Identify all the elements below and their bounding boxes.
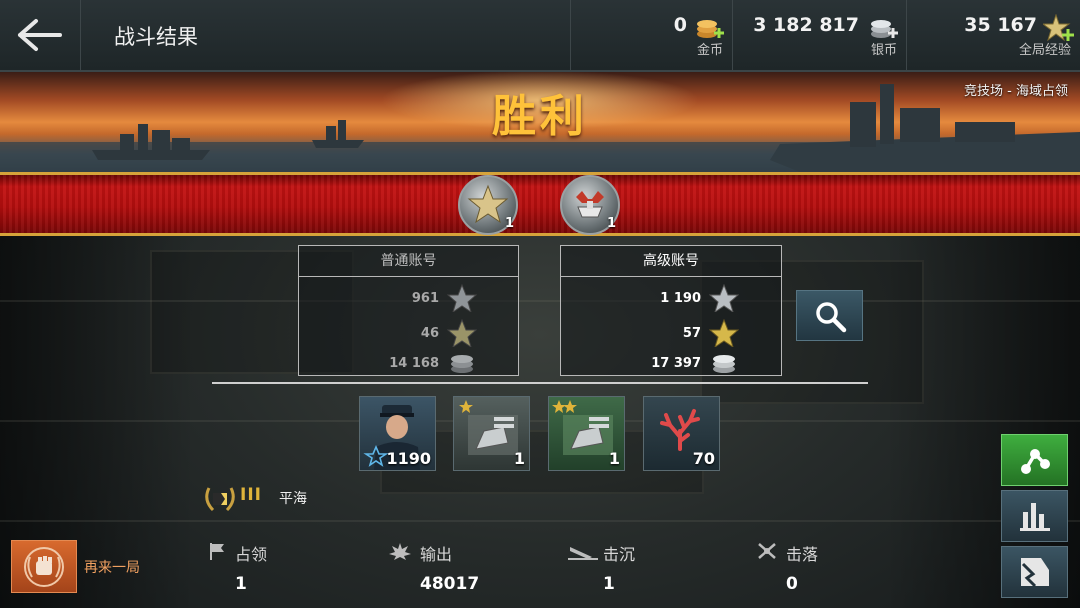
- reward-gun-module-1star-card[interactable]: 1: [453, 396, 530, 471]
- basic-silver-value: 14 168: [389, 356, 439, 371]
- fist-emblem-icon: [24, 546, 64, 587]
- basic-account-title: 普通账号: [299, 246, 518, 277]
- commander-xp-star-icon: [709, 319, 739, 347]
- premium-account-title: 高级账号: [561, 246, 781, 277]
- reward-gun-module-2star-card[interactable]: 1: [548, 396, 625, 471]
- play-again-label[interactable]: 再来一局: [84, 557, 140, 577]
- global-xp[interactable]: 35 167 全局经验: [906, 0, 1080, 70]
- page-title: 战斗结果: [114, 25, 198, 49]
- warship-medal-count: 1: [607, 216, 617, 231]
- global-xp-value: 35 167: [964, 14, 1037, 36]
- xp-star-icon: [709, 284, 739, 312]
- commander-xp-star-icon: [447, 319, 477, 347]
- reward-commander-card[interactable]: 1190: [359, 396, 436, 471]
- battle-mode-label: 竞技场 - 海域占领: [964, 84, 1068, 99]
- sinking-ship-icon: [568, 547, 598, 560]
- silver-coins-icon: [871, 20, 898, 38]
- flag-icon: [210, 543, 224, 560]
- star-medal-count: 1: [505, 216, 515, 231]
- section-divider: [212, 382, 868, 384]
- play-again-button[interactable]: [11, 540, 77, 593]
- gold-coins-icon: [697, 20, 724, 38]
- ship-damage-icon: [1020, 558, 1049, 588]
- stat-planes-label: 击落: [786, 545, 819, 564]
- basic-xp-value: 961: [411, 291, 439, 306]
- damage-report-button[interactable]: [1001, 546, 1068, 598]
- premium-xp-value: 1 190: [660, 291, 701, 306]
- stat-capture-value: 1: [235, 574, 247, 594]
- gold-label: 金币: [696, 43, 723, 58]
- premium-account-panel: 高级账号 1 190 57 17 397: [560, 245, 782, 376]
- stat-planes-value: 0: [786, 574, 798, 594]
- stat-capture-label: 占领: [235, 545, 268, 564]
- reward-gun-module-1star-value: 1: [513, 449, 525, 468]
- stat-sunk-value: 1: [603, 574, 615, 594]
- silver-currency[interactable]: 3 182 817 银币: [732, 0, 907, 70]
- gold-value: 0: [673, 14, 687, 36]
- silver-label: 银币: [870, 43, 897, 58]
- silver-stack-icon: [713, 355, 735, 373]
- reward-coral-card[interactable]: 70: [643, 396, 720, 471]
- reward-commander-value: 1190: [386, 449, 431, 468]
- stat-damage-label: 输出: [420, 545, 453, 564]
- xp-star-icon: [447, 284, 477, 312]
- stat-sunk-label: 击沉: [603, 545, 636, 564]
- rank-badge-icon: [205, 487, 235, 512]
- silver-value: 3 182 817: [753, 14, 859, 36]
- basic-account-panel: 普通账号 961 46 14 168: [298, 245, 519, 376]
- stat-damage-value: 48017: [420, 574, 480, 594]
- plane-shot-down-icon: [758, 543, 776, 559]
- explosion-icon: [389, 543, 411, 560]
- bar-chart-icon: [1019, 503, 1050, 531]
- share-icon: [1020, 449, 1050, 474]
- reward-coral-value: 70: [692, 449, 715, 468]
- back-button[interactable]: [0, 0, 81, 70]
- premium-silver-value: 17 397: [651, 356, 701, 371]
- share-button[interactable]: [1001, 434, 1068, 486]
- rank-roman-numeral: III: [240, 485, 262, 505]
- search-icon: [815, 301, 846, 332]
- medals-ribbon: [0, 172, 1080, 236]
- reward-gun-module-2star-value: 1: [608, 449, 620, 468]
- silver-stack-icon: [451, 355, 473, 373]
- rank-ship-name: 平海: [279, 491, 307, 507]
- gold-currency[interactable]: 0 金币: [570, 0, 733, 70]
- details-search-button[interactable]: [796, 290, 863, 341]
- victory-title: 胜利: [492, 91, 588, 142]
- premium-commander-xp-value: 57: [682, 326, 701, 341]
- statistics-button[interactable]: [1001, 490, 1068, 542]
- global-xp-star-icon: [1043, 14, 1074, 42]
- back-arrow-icon: [18, 19, 62, 51]
- basic-commander-xp-value: 46: [420, 326, 439, 341]
